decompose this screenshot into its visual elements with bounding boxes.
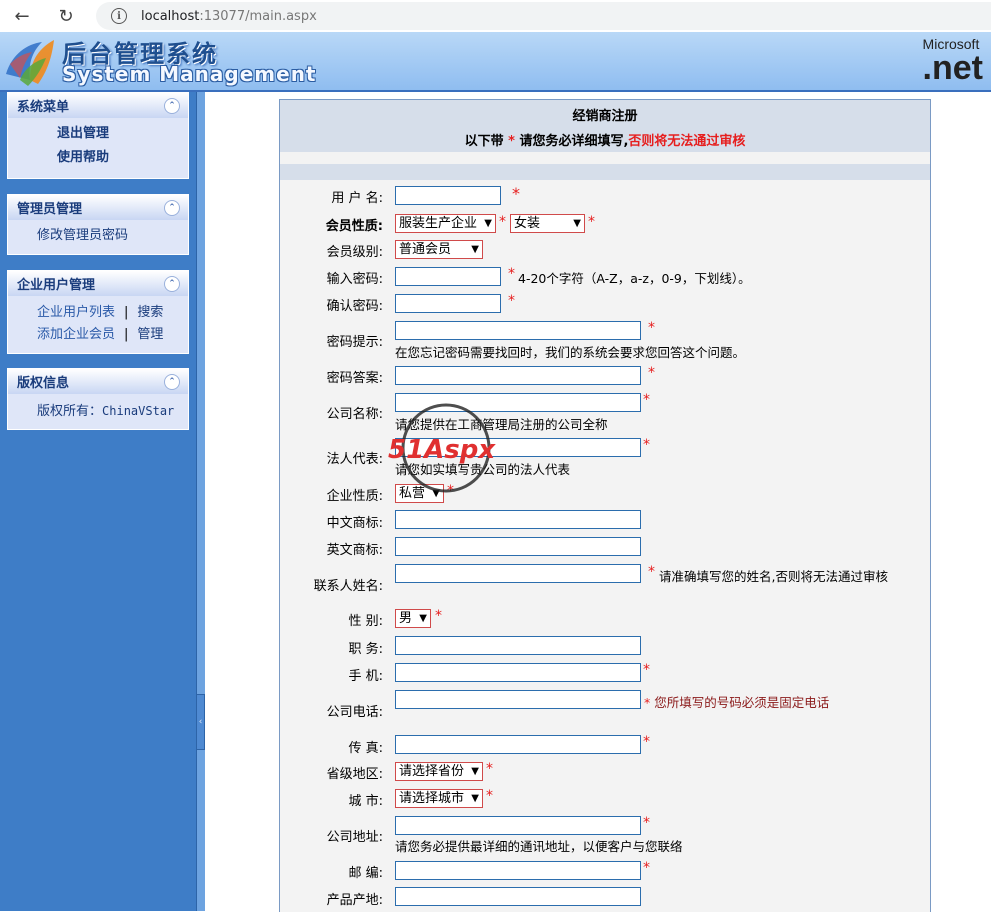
sidebar-splitter[interactable] [196, 92, 205, 911]
company-name-label: 公司名称: [326, 407, 383, 422]
banner-title-en: System Management [62, 62, 317, 86]
username-input[interactable] [395, 186, 501, 205]
en-brand-input[interactable] [395, 537, 641, 556]
contact-name-note: 请准确填写您的姓名,否则将无法通过审核 [659, 569, 888, 584]
pwd-answer-input[interactable] [395, 366, 641, 385]
back-arrow-icon[interactable]: ← [10, 4, 34, 28]
gender-label: 性 别: [348, 614, 383, 629]
password-input[interactable] [395, 267, 501, 286]
sidebar-item-add-member[interactable]: 添加企业会员 [37, 324, 115, 346]
origin-input[interactable] [395, 887, 641, 906]
city-label: 城 市: [348, 794, 383, 809]
panel-copyright: 版权信息 ⌃ 版权所有：ChinaVStar [7, 368, 189, 430]
member-category-select[interactable]: 女装 ▼ [510, 214, 585, 233]
sidebar-item-manage[interactable]: 管理 [137, 324, 163, 346]
pwd-answer-label: 密码答案: [326, 371, 383, 386]
contact-name-input[interactable] [395, 564, 641, 583]
mobile-input[interactable] [395, 663, 641, 682]
panel-header[interactable]: 管理员管理 ⌃ [8, 195, 188, 220]
site-info-icon[interactable]: i [111, 8, 127, 24]
gender-select[interactable]: 男 ▼ [395, 609, 431, 628]
member-type-select[interactable]: 服装生产企业 ▼ [395, 214, 496, 233]
copyright-value: ChinaVStar [102, 404, 175, 418]
phone-label: 公司电话: [326, 705, 383, 720]
chevron-up-icon[interactable]: ⌃ [164, 275, 180, 292]
postcode-label: 邮 编: [348, 866, 383, 881]
province-select[interactable]: 请选择省份 ▼ [395, 762, 483, 781]
city-select[interactable]: 请选择城市 ▼ [395, 789, 483, 808]
member-level-label: 会员级别: [326, 245, 383, 260]
pwd-hint-input[interactable] [395, 321, 641, 340]
panel-header[interactable]: 系统菜单 ⌃ [8, 93, 188, 118]
chevron-up-icon[interactable]: ⌃ [164, 373, 180, 390]
phone-note: * 您所填写的号码必须是固定电话 [644, 695, 830, 710]
position-input[interactable] [395, 636, 641, 655]
cn-brand-label: 中文商标: [326, 516, 383, 531]
panel-enterprise-users: 企业用户管理 ⌃ 企业用户列表 | 搜索 添加企业会员 | 管理 [7, 270, 189, 354]
reload-icon[interactable]: ↻ [54, 4, 78, 28]
address-input[interactable] [395, 816, 641, 835]
mobile-label: 手 机: [348, 669, 383, 684]
sidebar-item-help[interactable]: 使用帮助 [57, 146, 188, 170]
logo-wings-icon [6, 40, 54, 86]
chevron-up-icon[interactable]: ⌃ [164, 199, 180, 216]
copyright-label: 版权所有： [37, 404, 103, 419]
watermark-logo-icon: 51Aspx [388, 403, 496, 493]
browser-toolbar: ← ↻ i localhost:13077/main.aspx [0, 0, 991, 33]
password-note: 4-20个字符（A-Z，a-z，0-9，下划线）。 [518, 271, 751, 286]
form-header: 经销商注册 以下带 * 请您务必详细填写,否则将无法通过审核 [280, 100, 930, 152]
legal-rep-label: 法人代表: [326, 452, 383, 467]
pwd-hint-label: 密码提示: [326, 335, 383, 350]
confirm-password-label: 确认密码: [326, 299, 383, 314]
pwd-hint-note: 在您忘记密码需要找回时，我们的系统会要求您回答这个问题。 [395, 345, 746, 360]
province-label: 省级地区: [326, 767, 383, 782]
panel-admin: 管理员管理 ⌃ 修改管理员密码 [7, 194, 189, 255]
address-label: 公司地址: [326, 830, 383, 845]
dealer-registration-form: 经销商注册 以下带 * 请您务必详细填写,否则将无法通过审核 用 户 名: * … [279, 99, 931, 912]
member-level-select[interactable]: 普通会员 ▼ [395, 240, 483, 259]
form-instructions: 以下带 * 请您务必详细填写,否则将无法通过审核 [464, 134, 746, 149]
sidebar-item-search[interactable]: 搜索 [137, 302, 163, 324]
contact-name-label: 联系人姓名: [313, 579, 383, 594]
fax-input[interactable] [395, 735, 641, 754]
fax-label: 传 真: [348, 741, 383, 756]
en-brand-label: 英文商标: [326, 543, 383, 558]
collapse-handle-icon[interactable]: ‹ [196, 694, 205, 750]
origin-label: 产品产地: [326, 893, 383, 908]
panel-header[interactable]: 版权信息 ⌃ [8, 369, 188, 394]
panel-header[interactable]: 企业用户管理 ⌃ [8, 271, 188, 296]
chevron-up-icon[interactable]: ⌃ [164, 97, 180, 114]
address-bar[interactable]: i localhost:13077/main.aspx [96, 2, 991, 30]
postcode-input[interactable] [395, 861, 641, 880]
company-type-label: 企业性质: [326, 489, 383, 504]
cn-brand-input[interactable] [395, 510, 641, 529]
position-label: 职 务: [348, 642, 383, 657]
url-text[interactable]: localhost:13077/main.aspx [141, 9, 317, 24]
password-label: 输入密码: [326, 272, 383, 287]
address-note: 请您务必提供最详细的通讯地址，以便客户与您联络 [395, 839, 683, 854]
username-label: 用 户 名: [331, 191, 383, 206]
header-banner: 后台管理系统 System Management Microsoft .net [0, 32, 991, 92]
sidebar-item-user-list[interactable]: 企业用户列表 [37, 302, 115, 324]
dotnet-logo: Microsoft .net [922, 36, 983, 87]
confirm-password-input[interactable] [395, 294, 501, 313]
phone-input[interactable] [395, 690, 641, 709]
sidebar-item-logout[interactable]: 退出管理 [57, 122, 188, 146]
page-title: 经销商注册 [572, 109, 638, 124]
panel-system-menu: 系统菜单 ⌃ 退出管理 使用帮助 [7, 92, 189, 179]
sidebar-item-change-password[interactable]: 修改管理员密码 [37, 224, 188, 248]
member-type-label: 会员性质: [325, 219, 383, 234]
watermark-text: 51Aspx [388, 435, 496, 465]
